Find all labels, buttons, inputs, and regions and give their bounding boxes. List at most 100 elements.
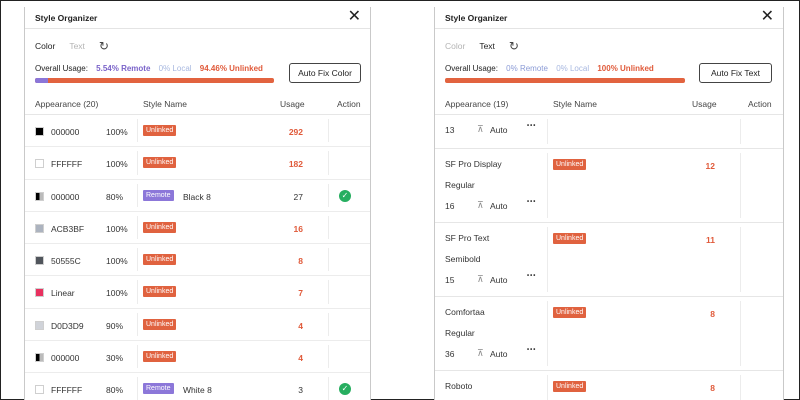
- usage-count: 8: [710, 383, 715, 393]
- text-style-row[interactable]: 13 ⊼ Auto •••: [435, 115, 783, 149]
- color-style-row[interactable]: FFFFFF 100% Unlinked 182: [25, 147, 370, 180]
- color-style-row[interactable]: 000000 100% Unlinked 292: [25, 115, 370, 148]
- tab-color[interactable]: Color: [35, 41, 55, 51]
- column-divider: [328, 312, 329, 337]
- column-divider: [547, 119, 548, 144]
- header-usage: Usage: [692, 99, 717, 109]
- usage-unlinked: 100% Unlinked: [597, 64, 654, 73]
- color-hex: 000000: [51, 127, 80, 137]
- more-options-icon[interactable]: •••: [527, 199, 536, 205]
- usage-count: 8: [298, 256, 303, 267]
- font-weight: Regular: [445, 180, 475, 190]
- column-divider: [740, 153, 741, 218]
- color-swatch: [35, 127, 44, 136]
- more-options-icon[interactable]: •••: [527, 347, 536, 353]
- usage-local: 0% Local: [556, 64, 590, 73]
- column-divider: [328, 151, 329, 175]
- column-divider: [740, 301, 741, 366]
- color-style-row[interactable]: 50555C 100% Unlinked 8: [25, 244, 370, 277]
- color-opacity: 100%: [106, 159, 128, 170]
- color-hex: 000000: [51, 353, 80, 364]
- text-style-row[interactable]: Comfortaa Regular 36 ⊼ Auto ••• Unlinked 8: [435, 297, 783, 371]
- usage-progress-remote: [35, 78, 49, 83]
- overall-usage: Overall Usage: 5.54% Remote 0% Local 94.…: [35, 64, 263, 73]
- color-swatch: [35, 320, 44, 330]
- panel-title: Style Organizer: [35, 13, 98, 23]
- tab-color[interactable]: Color: [445, 41, 465, 51]
- usage-count: 7: [298, 288, 303, 299]
- column-divider: [137, 312, 138, 337]
- column-divider: [740, 119, 741, 144]
- column-divider: [328, 377, 329, 400]
- font-weight: Semibold: [445, 254, 481, 264]
- color-style-row[interactable]: 000000 80% Remote Black 8 27 ✓: [25, 180, 370, 212]
- usage-progress-bar: [35, 78, 274, 83]
- column-divider: [137, 280, 138, 304]
- usage-count: 27: [293, 191, 303, 202]
- color-hex: 50555C: [51, 256, 81, 267]
- font-size: 15: [445, 275, 455, 285]
- column-divider: [328, 119, 329, 143]
- style-name: White 8: [183, 385, 212, 396]
- close-icon[interactable]: ✕: [348, 9, 361, 25]
- color-swatch: [35, 385, 44, 395]
- font-size: 36: [445, 349, 455, 359]
- status-badge: Unlinked: [553, 159, 587, 170]
- more-options-icon[interactable]: •••: [527, 123, 536, 129]
- header-action: Action: [748, 99, 772, 109]
- color-opacity: 80%: [106, 191, 124, 202]
- status-badge: Unlinked: [553, 381, 587, 392]
- usage-count: 12: [705, 161, 715, 171]
- line-height-icon: ⊼: [477, 124, 484, 134]
- close-icon[interactable]: ✕: [761, 9, 774, 25]
- color-style-row[interactable]: 000000 30% Unlinked 4: [25, 341, 370, 374]
- color-swatch: [35, 256, 44, 266]
- text-style-row[interactable]: Roboto Unlinked 8: [435, 371, 783, 400]
- color-style-row[interactable]: Linear 100% Unlinked 7: [25, 276, 370, 309]
- color-style-row[interactable]: FFFFFF 80% Remote White 8 3 ✓: [25, 373, 370, 400]
- font-family: Comfortaa: [445, 307, 485, 317]
- text-style-row[interactable]: SF Pro Text Semibold 15 ⊼ Auto ••• Unlinked 11: [435, 223, 783, 297]
- line-height-icon: ⊼: [477, 348, 484, 358]
- header-appearance: Appearance (19): [445, 99, 509, 109]
- column-divider: [740, 375, 741, 400]
- auto-fix-text-button[interactable]: Auto Fix Text: [699, 63, 772, 83]
- auto-fix-color-button[interactable]: Auto Fix Color: [289, 63, 361, 83]
- more-options-icon[interactable]: •••: [527, 273, 536, 279]
- color-style-row[interactable]: D0D3D9 90% Unlinked 4: [25, 309, 370, 342]
- refresh-icon[interactable]: ↻: [509, 40, 519, 52]
- color-opacity: 100%: [106, 127, 128, 137]
- header-appearance: Appearance (20): [35, 99, 99, 109]
- color-opacity: 100%: [106, 223, 128, 234]
- style-name: Black 8: [183, 191, 211, 202]
- column-divider: [137, 345, 138, 369]
- column-divider: [740, 227, 741, 292]
- usage-count: 4: [298, 320, 303, 331]
- tab-text[interactable]: Text: [69, 41, 85, 51]
- check-circle-icon: ✓: [339, 189, 351, 202]
- font-size: 16: [445, 201, 455, 211]
- column-divider: [547, 227, 548, 292]
- status-badge: Unlinked: [143, 125, 177, 136]
- usage-remote: 5.54% Remote: [96, 64, 151, 73]
- usage-count: 8: [710, 309, 715, 319]
- usage-unlinked: 94.46% Unlinked: [199, 64, 263, 73]
- refresh-icon[interactable]: ↻: [99, 40, 109, 52]
- color-style-row[interactable]: ACB3BF 100% Unlinked 16: [25, 212, 370, 245]
- color-opacity: 90%: [106, 320, 124, 331]
- font-size: 13: [445, 125, 455, 135]
- panel-titlebar: Style Organizer ✕: [25, 7, 370, 29]
- text-style-row[interactable]: SF Pro Display Regular 16 ⊼ Auto ••• Unlinked 1…: [435, 149, 783, 223]
- line-height: Auto: [490, 201, 508, 211]
- column-divider: [328, 345, 329, 369]
- column-divider: [328, 215, 329, 240]
- table-header: Appearance (20) Style Name Usage Action: [25, 93, 370, 115]
- color-swatch: [35, 288, 44, 298]
- font-family: SF Pro Text: [445, 233, 490, 243]
- style-organizer-color-panel: Style Organizer ✕ Color Text ↻ Overall U…: [24, 7, 371, 400]
- color-hex: 000000: [51, 191, 80, 202]
- status-badge: Unlinked: [553, 307, 587, 318]
- column-divider: [137, 119, 138, 143]
- usage-label: Overall Usage:: [445, 64, 498, 73]
- tab-text[interactable]: Text: [479, 41, 495, 51]
